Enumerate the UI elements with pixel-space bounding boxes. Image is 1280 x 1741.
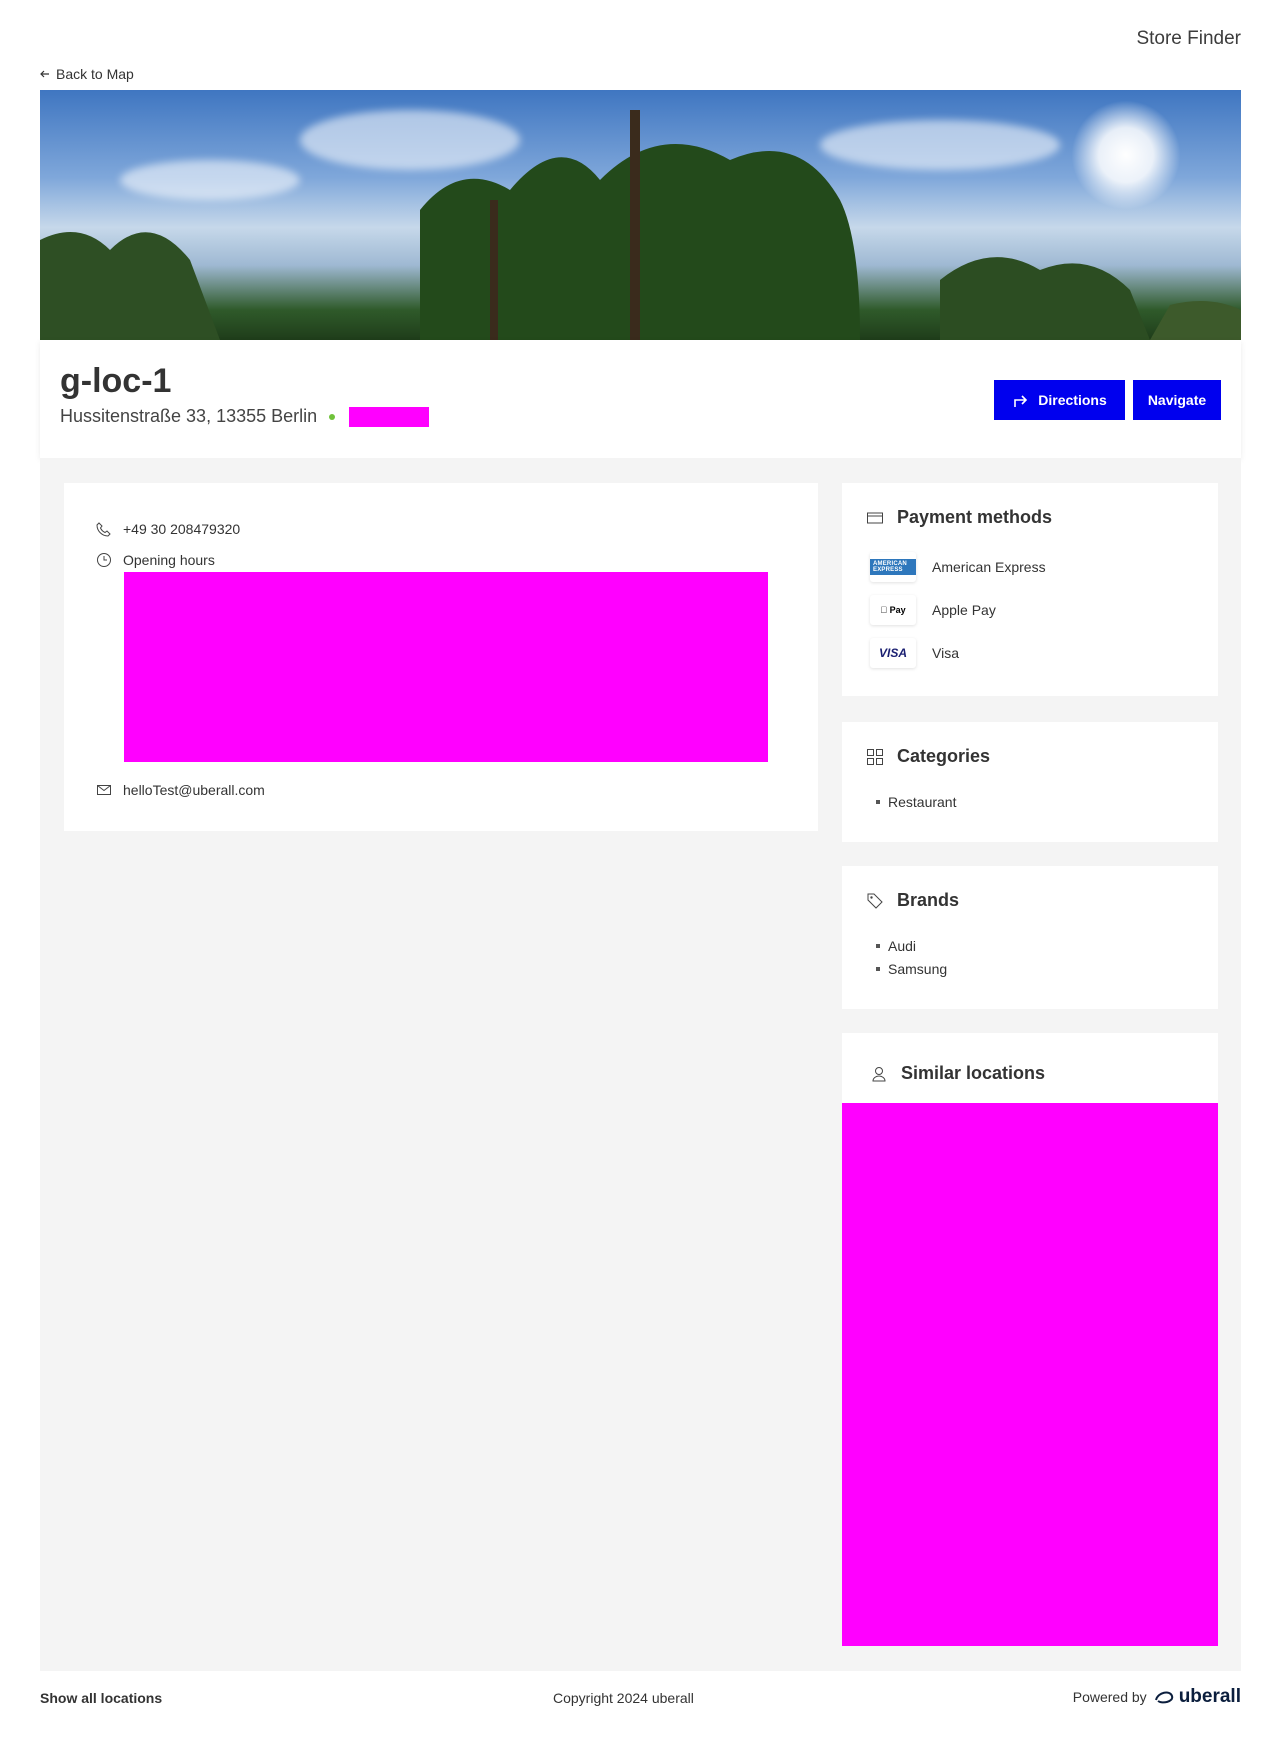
uberall-logo: uberall [1153,1686,1241,1708]
arrow-left-icon [40,70,49,78]
similar-locations-card: Similar locations [842,1033,1218,1103]
list-item: Restaurant [876,790,956,813]
redacted-opening-hours [124,572,768,762]
copyright-text: Copyright 2024 uberall [553,1690,694,1706]
tag-icon [867,893,883,909]
powered-by[interactable]: Powered by uberall [1073,1686,1241,1708]
open-status-dot [329,413,336,420]
location-person-icon [872,1066,886,1081]
opening-hours-row: Opening hours [96,552,215,568]
show-all-locations-link[interactable]: Show all locations [40,1690,162,1706]
clock-icon [97,553,111,567]
payment-method-label: Apple Pay [932,602,996,618]
credit-card-icon [867,512,883,523]
payment-method-amex: AMERICAN EXPRESS American Express [870,552,1046,582]
phone-number[interactable]: +49 30 208479320 [123,521,240,537]
top-bar: Store Finder [40,0,1241,64]
amex-logo: AMERICAN EXPRESS [870,552,916,582]
uberall-swirl-icon [1154,1691,1173,1704]
contact-info-card: +49 30 208479320 Opening hours helloTest… [64,483,818,831]
mail-icon [97,785,111,795]
payment-methods-card: Payment methods AMERICAN EXPRESS America… [842,483,1218,696]
footer: Show all locations Copyright 2024 uberal… [40,1686,1241,1710]
location-address: Hussitenstraße 33, 13355 Berlin [60,406,318,426]
powered-by-label: Powered by [1072,1689,1147,1705]
categories-list: Restaurant [876,790,956,813]
payment-method-label: American Express [932,559,1046,575]
grid-icon [867,748,883,765]
location-name: g-loc-1 [60,362,172,400]
redacted-status [349,406,430,427]
similar-locations-heading: Similar locations [901,1063,1046,1083]
apple-pay-logo:  Pay [870,595,916,625]
similar-locations-title: Similar locations [870,1063,1045,1084]
phone-row[interactable]: +49 30 208479320 [96,521,240,537]
uberall-brand-text: uberall [1178,1686,1241,1707]
payment-method-applepay:  Pay Apple Pay [870,595,996,625]
payment-method-visa: VISA Visa [870,638,959,668]
back-link-label: Back to Map [56,66,134,82]
navigate-label: Navigate [1147,392,1207,408]
email-address[interactable]: helloTest@uberall.com [123,782,265,798]
brands-title: Brands [866,890,959,911]
list-item: Samsung [876,957,947,980]
brands-card: Brands Audi Samsung [842,866,1218,1009]
phone-icon [96,522,111,537]
opening-hours-label: Opening hours [123,552,215,568]
payment-methods-title: Payment methods [866,507,1052,528]
visa-logo: VISA [870,638,916,668]
brands-list: Audi Samsung [876,934,947,980]
brands-heading: Brands [897,890,960,910]
categories-heading: Categories [897,746,991,766]
payment-methods-heading: Payment methods [897,507,1053,527]
categories-card: Categories Restaurant [842,722,1218,842]
location-header-card: g-loc-1 Hussitenstraße 33, 13355 Berlin … [40,340,1241,458]
payment-method-label: Visa [932,645,959,661]
redacted-similar-locations [842,1103,1218,1646]
navigate-button[interactable]: Navigate [1133,380,1221,420]
directions-button[interactable]: Directions [994,380,1125,420]
list-item: Audi [876,934,947,957]
directions-label: Directions [1038,392,1107,408]
back-to-map-link[interactable]: Back to Map [40,66,134,82]
hero-trees [40,110,1241,340]
directions-arrow-icon [1014,395,1028,407]
app-title[interactable]: Store Finder [1136,28,1241,50]
email-row[interactable]: helloTest@uberall.com [96,782,265,798]
hero-image [40,90,1241,340]
location-address-row: Hussitenstraße 33, 13355 Berlin [60,406,430,427]
categories-title: Categories [866,746,990,767]
